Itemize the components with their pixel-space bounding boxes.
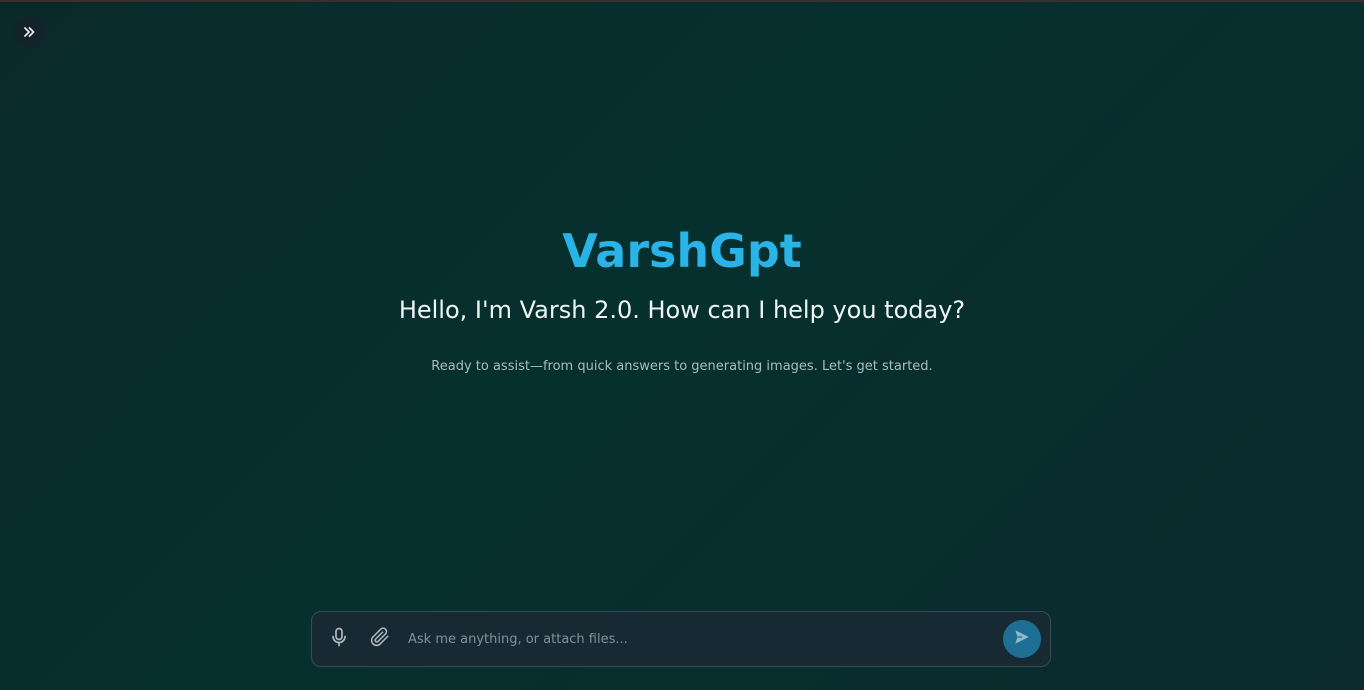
attach-file-button[interactable] (364, 623, 396, 655)
welcome-hero: VarshGpt Hello, I'm Varsh 2.0. How can I… (0, 222, 1364, 376)
voice-input-button[interactable] (323, 623, 355, 655)
microphone-icon (330, 627, 348, 651)
sidebar-toggle-button[interactable] (13, 16, 45, 48)
chat-composer (311, 611, 1051, 667)
window-top-border (0, 0, 1364, 2)
chat-input-wrapper (408, 612, 1003, 666)
tagline-text: Ready to assist—from quick answers to ge… (431, 359, 933, 374)
double-chevron-right-icon (22, 25, 36, 39)
send-button[interactable] (1003, 620, 1041, 658)
send-icon (1013, 628, 1031, 650)
greeting-heading: Hello, I'm Varsh 2.0. How can I help you… (398, 296, 966, 324)
brand-title: VarshGpt (562, 224, 802, 278)
chat-input[interactable] (408, 631, 1003, 647)
paperclip-icon (370, 627, 390, 651)
